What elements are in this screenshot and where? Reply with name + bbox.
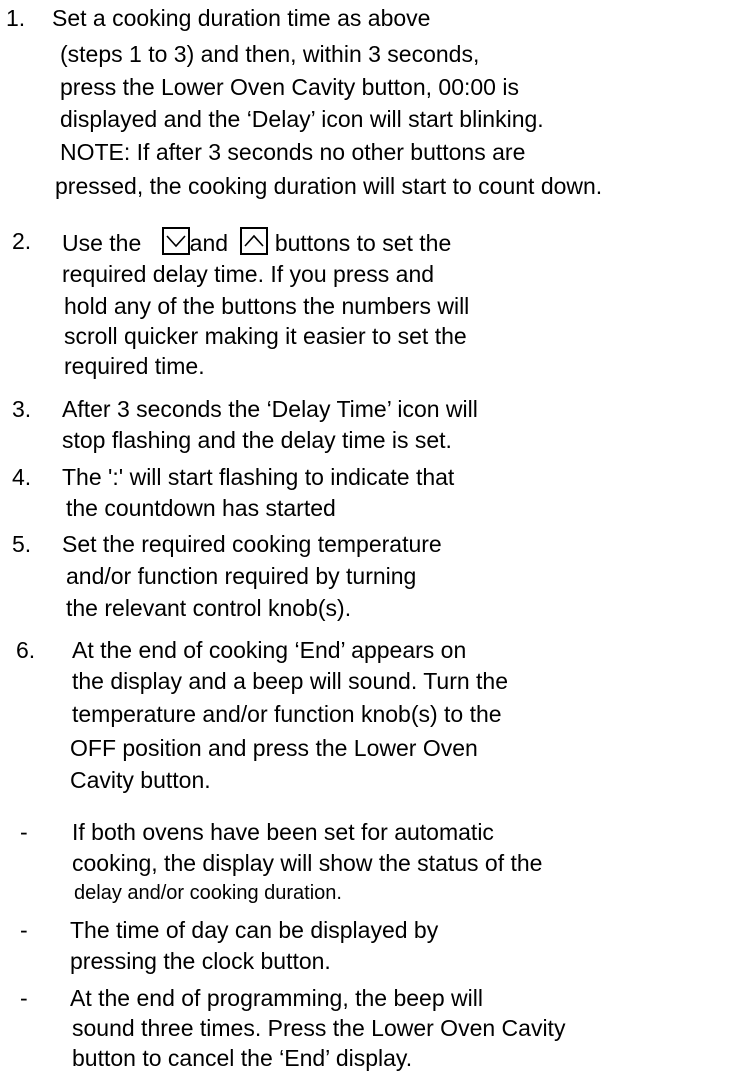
item-line: press the Lower Oven Cavity button, 00:0… — [60, 74, 519, 100]
bullet-line: cooking, the display will show the statu… — [72, 850, 543, 876]
item-line: hold any of the buttons the numbers will — [64, 293, 470, 319]
item-number: 5. — [12, 531, 32, 557]
item-number: 1. — [6, 5, 26, 31]
item-number: 3. — [12, 396, 32, 422]
item-line-text: and — [189, 230, 229, 256]
item-line: the countdown has started — [66, 495, 336, 521]
bullet-marker: - — [20, 917, 28, 943]
item-number: 2. — [12, 228, 32, 254]
item-line: and/or function required by turning — [66, 563, 417, 589]
item-line-with-icons: Use the and buttons to set the — [62, 227, 451, 257]
item-line: Cavity button. — [70, 767, 211, 793]
bullet-marker: - — [20, 819, 28, 845]
item-line: scroll quicker making it easier to set t… — [64, 323, 467, 349]
item-line: (steps 1 to 3) and then, within 3 second… — [60, 41, 480, 67]
item-line: At the end of cooking ‘End’ appears on — [72, 637, 467, 663]
item-line: the relevant control knob(s). — [66, 595, 352, 621]
item-line: NOTE: If after 3 seconds no other button… — [60, 139, 526, 165]
item-line: Set the required cooking temperature — [62, 531, 442, 557]
item-line: displayed and the ‘Delay’ icon will star… — [60, 106, 544, 132]
chevron-down-icon — [161, 227, 190, 255]
item-line: OFF position and press the Lower Oven — [70, 735, 478, 761]
item-number: 4. — [12, 464, 32, 490]
chevron-up-icon — [240, 227, 269, 255]
item-number: 6. — [16, 637, 36, 663]
item-line: pressed, the cooking duration will start… — [55, 173, 603, 199]
item-line: After 3 seconds the ‘Delay Time’ icon wi… — [62, 396, 478, 422]
item-line: stop flashing and the delay time is set. — [62, 427, 452, 453]
bullet-line: At the end of programming, the beep will — [70, 985, 483, 1011]
item-line: required time. — [64, 353, 205, 379]
bullet-line: The time of day can be displayed by — [70, 917, 439, 943]
bullet-line: sound three times. Press the Lower Oven … — [72, 1015, 566, 1041]
item-line: temperature and/or function knob(s) to t… — [72, 701, 502, 727]
bullet-marker: - — [20, 985, 28, 1011]
item-line: The ':' will start flashing to indicate … — [62, 464, 455, 490]
item-line: Set a cooking duration time as above — [52, 5, 431, 31]
bullet-line: button to cancel the ‘End’ display. — [72, 1045, 413, 1071]
bullet-line: If both ovens have been set for automati… — [72, 819, 494, 845]
item-line-text: buttons to set the — [274, 230, 452, 256]
bullet-line: pressing the clock button. — [70, 948, 331, 974]
item-line: the display and a beep will sound. Turn … — [72, 668, 509, 694]
item-line: required delay time. If you press and — [62, 261, 435, 287]
item-line-text: Use the — [62, 230, 142, 256]
bullet-line: delay and/or cooking duration. — [74, 882, 342, 904]
